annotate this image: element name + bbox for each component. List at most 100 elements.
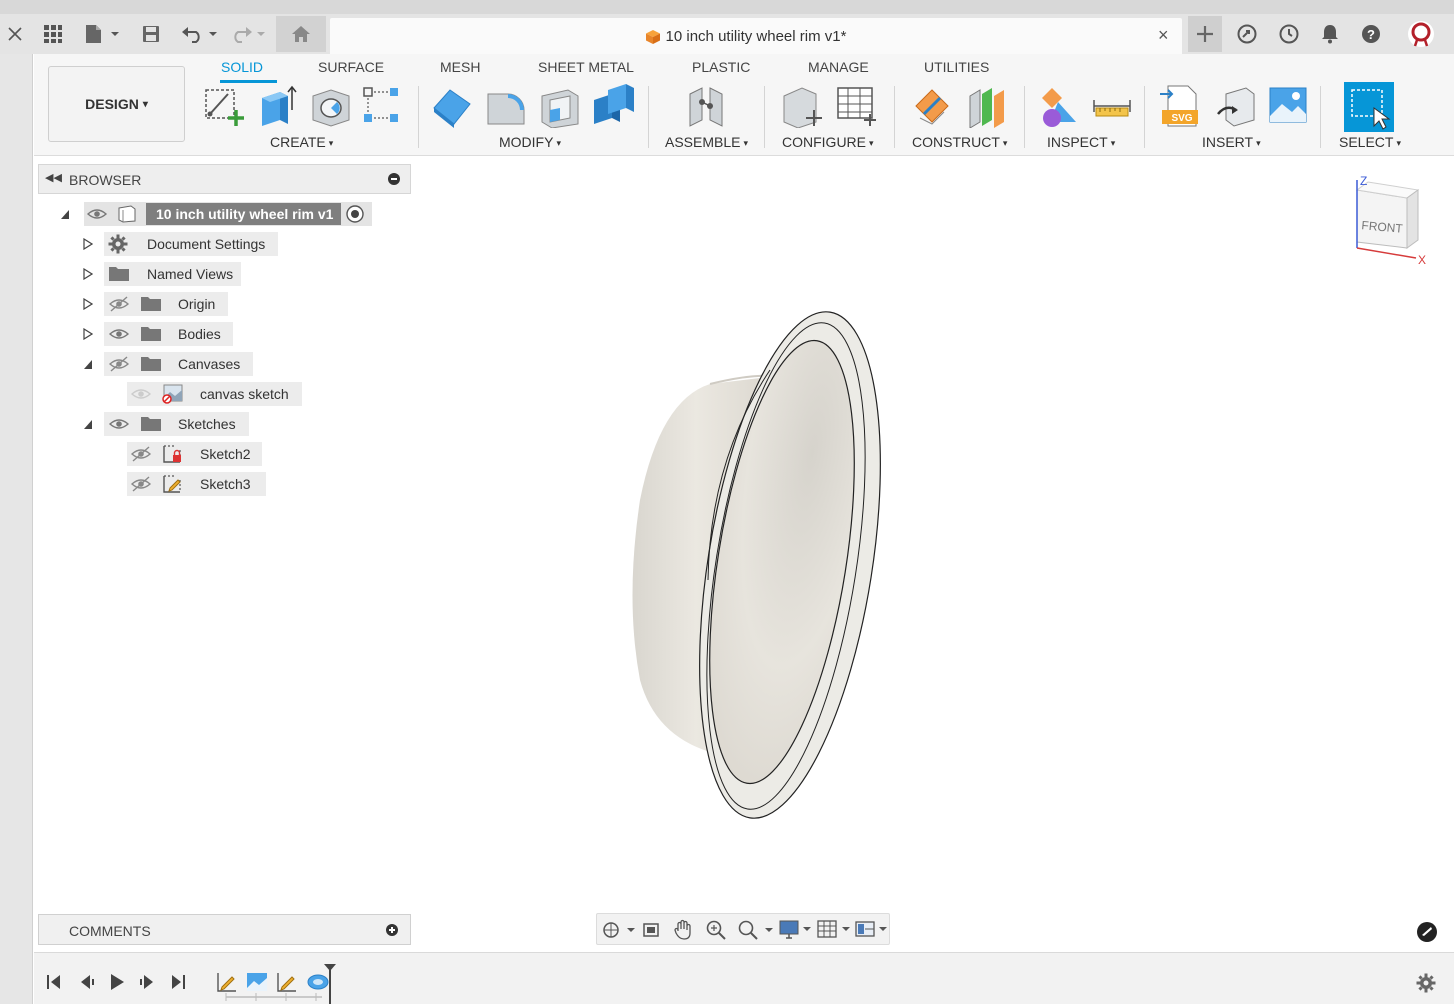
timeline-sketch-feature-icon[interactable] bbox=[216, 971, 238, 993]
notifications-bell-icon[interactable] bbox=[1317, 20, 1343, 48]
look-at-icon[interactable] bbox=[641, 920, 661, 940]
tree-label-sketch3: Sketch3 bbox=[200, 476, 251, 492]
browser-panel-header[interactable]: ◀◀ BROWSER bbox=[38, 164, 411, 194]
collapsed-triangle-icon[interactable] bbox=[83, 298, 93, 310]
select-menu-label[interactable]: SELECT ▾ bbox=[1339, 134, 1401, 150]
insert-svg-icon[interactable]: SVG bbox=[1158, 84, 1202, 128]
play-icon[interactable] bbox=[108, 973, 126, 991]
construct-menu-label[interactable]: CONSTRUCT ▾ bbox=[912, 134, 1007, 150]
pan-hand-icon[interactable] bbox=[673, 919, 693, 941]
pattern-icon[interactable] bbox=[360, 84, 404, 128]
eye-visible-icon[interactable] bbox=[86, 206, 108, 222]
tab-solid[interactable]: SOLID bbox=[221, 59, 263, 75]
eye-hidden-icon[interactable] bbox=[130, 446, 152, 462]
close-app-icon[interactable] bbox=[2, 20, 28, 48]
tab-manage[interactable]: MANAGE bbox=[808, 59, 869, 75]
measure-icon[interactable] bbox=[1090, 84, 1134, 128]
view-cube[interactable]: FRONT Z X bbox=[1340, 170, 1430, 270]
user-avatar[interactable] bbox=[1404, 20, 1438, 48]
expanded-triangle-icon[interactable] bbox=[60, 208, 70, 220]
chevron-down-icon: ▾ bbox=[869, 138, 874, 148]
timeline-settings-gear-icon[interactable] bbox=[1416, 973, 1436, 993]
go-to-end-icon[interactable] bbox=[170, 973, 186, 991]
tab-utilities[interactable]: UTILITIES bbox=[924, 59, 989, 75]
go-to-start-icon[interactable] bbox=[46, 973, 62, 991]
zoom-icon[interactable] bbox=[705, 919, 727, 941]
eye-hidden-icon[interactable] bbox=[108, 296, 130, 312]
combine-icon[interactable] bbox=[592, 84, 636, 128]
tab-plastic[interactable]: PLASTIC bbox=[692, 59, 750, 75]
tab-surface[interactable]: SURFACE bbox=[318, 59, 384, 75]
add-comment-icon[interactable] bbox=[386, 924, 398, 936]
configuration-table-icon[interactable] bbox=[834, 84, 878, 128]
orbit-icon[interactable] bbox=[601, 920, 635, 940]
document-tab[interactable]: 10 inch utility wheel rim v1* × bbox=[330, 18, 1182, 54]
timeline-canvas-feature-icon[interactable] bbox=[246, 971, 268, 993]
job-status-clock-icon[interactable] bbox=[1276, 20, 1302, 48]
eye-hidden-icon[interactable] bbox=[130, 476, 152, 492]
insert-canvas-icon[interactable] bbox=[1266, 84, 1310, 128]
fit-zoom-window-icon[interactable] bbox=[737, 919, 773, 941]
model-wheel-rim[interactable] bbox=[600, 300, 900, 850]
joint-icon[interactable] bbox=[684, 84, 728, 128]
workspace-switcher-button[interactable]: DESIGN ▾ bbox=[48, 66, 185, 142]
offset-plane-icon[interactable] bbox=[910, 84, 954, 128]
minimize-panel-icon[interactable] bbox=[388, 173, 400, 185]
midplane-icon[interactable] bbox=[964, 84, 1008, 128]
create-label-text: CREATE bbox=[270, 134, 326, 150]
eye-visible-icon[interactable] bbox=[108, 326, 130, 342]
tree-label-named-views: Named Views bbox=[147, 266, 234, 282]
new-tab-icon[interactable] bbox=[1188, 16, 1222, 52]
save-icon[interactable] bbox=[138, 20, 164, 48]
eye-hidden-icon[interactable] bbox=[108, 356, 130, 372]
eye-disabled-icon[interactable] bbox=[130, 386, 152, 402]
browser-root-label[interactable]: 10 inch utility wheel rim v1 bbox=[156, 206, 333, 222]
undo-icon[interactable] bbox=[180, 20, 220, 48]
collapsed-triangle-icon[interactable] bbox=[83, 238, 93, 250]
gear-icon bbox=[108, 234, 128, 254]
grid-snaps-icon[interactable] bbox=[817, 919, 851, 941]
tab-mesh[interactable]: MESH bbox=[440, 59, 480, 75]
press-pull-icon[interactable] bbox=[430, 84, 474, 128]
insert-mesh-icon[interactable] bbox=[1214, 84, 1258, 128]
collapsed-triangle-icon[interactable] bbox=[83, 328, 93, 340]
display-settings-icon[interactable] bbox=[779, 919, 811, 941]
redo-icon[interactable] bbox=[228, 20, 268, 48]
tab-sheet-metal[interactable]: SHEET METAL bbox=[538, 59, 634, 75]
modify-menu-label[interactable]: MODIFY ▾ bbox=[499, 134, 561, 150]
shell-icon[interactable] bbox=[538, 84, 582, 128]
ribbon-toolbar: DESIGN ▾ SOLID SURFACE MESH SHEET METAL … bbox=[34, 54, 1454, 156]
close-tab-icon[interactable]: × bbox=[1158, 26, 1176, 44]
extrude-icon[interactable] bbox=[256, 84, 300, 128]
comments-panel[interactable]: COMMENTS bbox=[38, 914, 411, 945]
expanded-triangle-icon[interactable] bbox=[83, 418, 93, 430]
collapsed-triangle-icon[interactable] bbox=[83, 268, 93, 280]
select-tool-icon[interactable] bbox=[1344, 82, 1394, 132]
expanded-triangle-icon[interactable] bbox=[83, 358, 93, 370]
viewports-icon[interactable] bbox=[855, 919, 889, 941]
hole-icon[interactable] bbox=[309, 84, 353, 128]
assemble-menu-label[interactable]: ASSEMBLE ▾ bbox=[665, 134, 748, 150]
step-back-icon[interactable] bbox=[78, 973, 96, 991]
create-menu-label[interactable]: CREATE ▾ bbox=[270, 134, 333, 150]
step-forward-icon[interactable] bbox=[138, 973, 156, 991]
timeline-sketch-feature-icon[interactable] bbox=[276, 971, 298, 993]
eye-visible-icon[interactable] bbox=[108, 416, 130, 432]
insert-menu-label[interactable]: INSERT ▾ bbox=[1202, 134, 1261, 150]
inspect-menu-label[interactable]: INSPECT ▾ bbox=[1047, 134, 1115, 150]
data-panel-grid-icon[interactable] bbox=[40, 20, 66, 48]
file-menu-icon[interactable] bbox=[82, 20, 122, 48]
home-tab-icon[interactable] bbox=[276, 16, 326, 52]
help-icon[interactable]: ? bbox=[1358, 20, 1384, 48]
section-analysis-icon[interactable] bbox=[1036, 84, 1080, 128]
configure-menu-label[interactable]: CONFIGURE ▾ bbox=[782, 134, 874, 150]
active-radio-icon[interactable] bbox=[345, 204, 365, 224]
change-parameters-icon[interactable] bbox=[780, 84, 824, 128]
timeline-marker[interactable] bbox=[323, 963, 337, 1004]
fillet-icon[interactable] bbox=[484, 84, 528, 128]
extensions-icon[interactable] bbox=[1234, 20, 1260, 48]
feedback-icon[interactable] bbox=[1416, 921, 1438, 943]
create-sketch-icon[interactable] bbox=[202, 84, 246, 128]
collapse-browser-icon[interactable]: ◀◀ bbox=[45, 171, 62, 184]
tree-label-sketch2: Sketch2 bbox=[200, 446, 251, 462]
